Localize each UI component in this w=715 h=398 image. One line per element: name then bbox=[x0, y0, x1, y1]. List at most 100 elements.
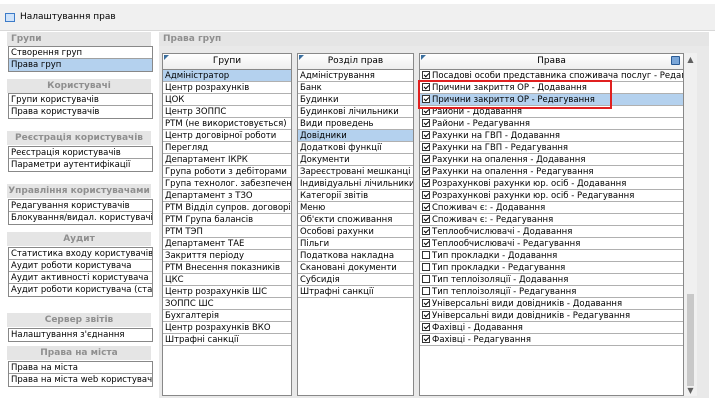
section-row[interactable]: Будинкові лічильники bbox=[298, 106, 413, 118]
section-row[interactable]: Категорії звітів bbox=[298, 190, 413, 202]
right-row[interactable]: Райони - Редагування bbox=[420, 118, 683, 130]
right-checkbox[interactable] bbox=[422, 310, 430, 319]
right-checkbox[interactable] bbox=[422, 70, 430, 79]
group-row[interactable]: РТМ Відділ супров. договорів bbox=[163, 202, 291, 214]
groups-table-header[interactable]: Групи bbox=[163, 54, 291, 70]
group-row[interactable]: РТМ Група балансів bbox=[163, 214, 291, 226]
right-row[interactable]: Рахунки на опалення - Редагування bbox=[420, 166, 683, 178]
group-row[interactable]: ЦКС bbox=[163, 274, 291, 286]
sections-table-header[interactable]: Розділ прав bbox=[298, 54, 413, 70]
group-row[interactable]: Департамент з ТЗО bbox=[163, 190, 291, 202]
right-row[interactable]: Рахунки на ГВП - Додавання bbox=[420, 130, 683, 142]
right-row[interactable]: Рахунки на опалення - Додавання bbox=[420, 154, 683, 166]
right-row[interactable]: Універсальні види довідників - Редагуван… bbox=[420, 310, 683, 322]
right-checkbox[interactable] bbox=[422, 142, 430, 151]
group-row[interactable]: Закриття періоду bbox=[163, 250, 291, 262]
rights-scrollbar[interactable]: ▲ ▼ bbox=[684, 53, 697, 396]
rights-table-header[interactable]: Права bbox=[420, 54, 683, 70]
group-row[interactable]: Група роботи з дебіторами bbox=[163, 166, 291, 178]
sidebar-item[interactable]: Статистика входу користувачів bbox=[9, 248, 152, 260]
right-row[interactable]: Фахівці - Додавання bbox=[420, 322, 683, 334]
right-row[interactable]: Тип теплоізоляції - Редагування bbox=[420, 286, 683, 298]
scrollbar-thumb[interactable] bbox=[687, 294, 694, 386]
group-row[interactable]: Група технолог. забезпечення bbox=[163, 178, 291, 190]
right-checkbox[interactable] bbox=[422, 226, 430, 235]
sidebar-item[interactable]: Блокування/видал. користувачів bbox=[9, 212, 152, 224]
right-row[interactable]: Розрахункові рахунки юр. осіб - Редагува… bbox=[420, 190, 683, 202]
sidebar-item[interactable]: Створення груп bbox=[9, 47, 152, 59]
right-row[interactable]: Універсальні види довідників - Додавання bbox=[420, 298, 683, 310]
sidebar-item[interactable]: Права на міста bbox=[9, 362, 152, 374]
right-checkbox[interactable] bbox=[422, 202, 430, 211]
sidebar-item[interactable]: Реєстрація користувачів bbox=[9, 147, 152, 159]
section-row[interactable]: Банк bbox=[298, 82, 413, 94]
right-checkbox[interactable] bbox=[422, 262, 430, 271]
section-row[interactable]: Пільги bbox=[298, 238, 413, 250]
right-row[interactable]: Споживач є: - Додавання bbox=[420, 202, 683, 214]
group-row[interactable]: Перегляд bbox=[163, 142, 291, 154]
chevron-up-icon[interactable]: ▲ bbox=[684, 55, 697, 65]
right-checkbox[interactable] bbox=[422, 154, 430, 163]
group-row[interactable]: РТМ ТЭП bbox=[163, 226, 291, 238]
right-checkbox[interactable] bbox=[422, 130, 430, 139]
group-row[interactable]: Бухгалтерія bbox=[163, 310, 291, 322]
group-row[interactable]: Центр розрахунків bbox=[163, 82, 291, 94]
section-row[interactable]: Скановані документи bbox=[298, 262, 413, 274]
group-row[interactable]: РТМ (не використовується) bbox=[163, 118, 291, 130]
group-row[interactable]: Штрафні санкції bbox=[163, 334, 291, 346]
sidebar-item[interactable]: Аудит роботи користувача bbox=[9, 260, 152, 272]
section-row[interactable]: Зареєстровані мешканці bbox=[298, 166, 413, 178]
group-row[interactable]: ЦОК bbox=[163, 94, 291, 106]
right-checkbox[interactable] bbox=[422, 298, 430, 307]
right-row[interactable]: Теплообчислювачі - Редагування bbox=[420, 238, 683, 250]
section-row[interactable]: Податкова накладна bbox=[298, 250, 413, 262]
section-row[interactable]: Штрафні санкції bbox=[298, 286, 413, 298]
sidebar-item[interactable]: Параметри аутентифікації bbox=[9, 159, 152, 171]
chevron-down-icon[interactable]: ▼ bbox=[684, 386, 697, 396]
section-row[interactable]: Особові рахунки bbox=[298, 226, 413, 238]
right-row[interactable]: Розрахункові рахунки юр. осіб - Додаванн… bbox=[420, 178, 683, 190]
section-row[interactable]: Додаткові функції bbox=[298, 142, 413, 154]
right-checkbox[interactable] bbox=[422, 322, 430, 331]
section-row[interactable]: Об'єкти споживання bbox=[298, 214, 413, 226]
sidebar-item[interactable]: Права груп bbox=[9, 59, 152, 71]
right-checkbox[interactable] bbox=[422, 250, 430, 259]
section-row[interactable]: Субсидія bbox=[298, 274, 413, 286]
section-row[interactable]: Меню bbox=[298, 202, 413, 214]
section-row[interactable]: Довідники bbox=[298, 130, 413, 142]
right-checkbox[interactable] bbox=[422, 274, 430, 283]
right-row[interactable]: Тип теплоізоляції - Додавання bbox=[420, 274, 683, 286]
section-row[interactable]: Документи bbox=[298, 154, 413, 166]
group-row[interactable]: ЗОППС ШС bbox=[163, 298, 291, 310]
right-checkbox[interactable] bbox=[422, 166, 430, 175]
sidebar-item[interactable]: Права користувачів bbox=[9, 106, 152, 118]
section-row[interactable]: Будинки bbox=[298, 94, 413, 106]
group-row[interactable]: РТМ Внесення показників bbox=[163, 262, 291, 274]
sidebar-item[interactable]: Аудит активності користувача bbox=[9, 272, 152, 284]
group-row[interactable]: Департамент ІКРК bbox=[163, 154, 291, 166]
sidebar-item[interactable]: Аудит роботи користувача (стари bbox=[9, 284, 152, 296]
sidebar-item[interactable]: Права на міста web користувачів bbox=[9, 374, 152, 386]
section-row[interactable]: Адміністрування bbox=[298, 70, 413, 82]
right-checkbox[interactable] bbox=[422, 214, 430, 223]
right-checkbox[interactable] bbox=[422, 238, 430, 247]
section-row[interactable]: Види проведень bbox=[298, 118, 413, 130]
sidebar-item[interactable]: Налаштування з'єднання bbox=[9, 329, 152, 341]
group-row[interactable]: Центр ЗОППС bbox=[163, 106, 291, 118]
sidebar-item[interactable]: Редагування користувачів bbox=[9, 200, 152, 212]
group-row[interactable]: Департамент ТАЕ bbox=[163, 238, 291, 250]
right-row[interactable]: Рахунки на ГВП - Редагування bbox=[420, 142, 683, 154]
group-row[interactable]: Центр розрахунків ШС bbox=[163, 286, 291, 298]
group-row[interactable]: Центр договірної роботи bbox=[163, 130, 291, 142]
gear-icon[interactable] bbox=[671, 56, 680, 65]
right-row[interactable]: Тип прокладки - Додавання bbox=[420, 250, 683, 262]
right-checkbox[interactable] bbox=[422, 190, 430, 199]
right-checkbox[interactable] bbox=[422, 286, 430, 295]
right-row[interactable]: Фахівці - Редагування bbox=[420, 334, 683, 346]
right-row[interactable]: Тип прокладки - Редагування bbox=[420, 262, 683, 274]
group-row[interactable]: Адміністратор bbox=[163, 70, 291, 82]
sidebar-item[interactable]: Групи користувачів bbox=[9, 94, 152, 106]
right-checkbox[interactable] bbox=[422, 334, 430, 343]
section-row[interactable]: Індивідуальні лічильники bbox=[298, 178, 413, 190]
right-row[interactable]: Споживач є: - Редагування bbox=[420, 214, 683, 226]
